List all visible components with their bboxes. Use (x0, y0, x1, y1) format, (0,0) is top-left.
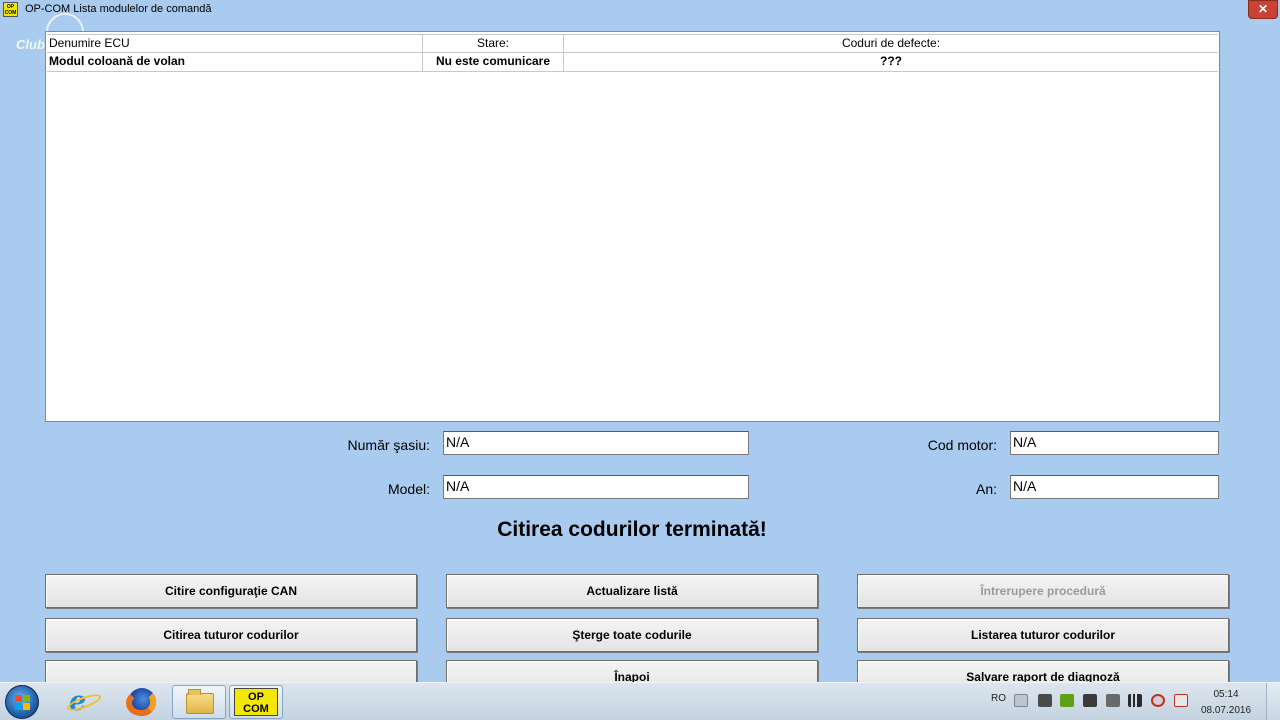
windows-flag-icon[interactable] (1038, 694, 1052, 707)
column-header-ecu-name[interactable]: Denumire ECU (47, 35, 423, 53)
signal-strength-icon[interactable] (1128, 694, 1142, 707)
language-indicator[interactable]: RO (991, 693, 1006, 704)
ecu-table[interactable]: Denumire ECU Stare: Coduri de defecte: M… (45, 31, 1220, 422)
year-field[interactable]: N/A (1010, 475, 1219, 499)
read-all-codes-button[interactable]: Citirea tuturor codurilor (45, 618, 417, 652)
chassis-number-field[interactable]: N/A (443, 431, 749, 455)
chassis-number-label: Număr şasiu: (347, 437, 430, 453)
clock-time[interactable]: 05:14 (1196, 689, 1256, 700)
op-com-icon: OP COM (234, 688, 278, 716)
read-can-config-button[interactable]: Citire configuraţie CAN (45, 574, 417, 608)
column-header-fault-codes[interactable]: Coduri de defecte: (564, 35, 1218, 53)
keyboard-icon[interactable] (1014, 694, 1028, 707)
list-all-codes-button[interactable]: Listarea tuturor codurilor (857, 618, 1229, 652)
file-explorer-icon[interactable] (172, 685, 226, 719)
engine-code-field[interactable]: N/A (1010, 431, 1219, 455)
title-bar: OP COM OP-COM Lista modulelor de comandă… (0, 0, 1280, 52)
nvidia-icon[interactable] (1060, 694, 1074, 707)
engine-code-label: Cod motor: (927, 437, 997, 453)
clock-date[interactable]: 08.07.2016 (1196, 705, 1256, 716)
clear-all-codes-button[interactable]: Şterge toate codurile (446, 618, 818, 652)
op-com-taskbar-button[interactable]: OP COM (229, 685, 283, 719)
display-icon[interactable] (1083, 694, 1097, 707)
status-message: Citirea codurilor terminată! (497, 518, 767, 541)
watermark-text: Club (16, 37, 45, 52)
cell-ecu-name: Modul coloană de volan (47, 53, 423, 71)
close-button[interactable]: ✕ (1248, 0, 1278, 19)
window-title: OP-COM Lista modulelor de comandă (25, 3, 212, 15)
show-desktop-button[interactable] (1266, 683, 1280, 720)
op-com-app-icon: OP COM (3, 2, 18, 17)
cell-fault-codes: ??? (880, 54, 902, 68)
internet-explorer-icon[interactable]: e (58, 685, 112, 719)
usb-device-icon[interactable] (1106, 694, 1120, 707)
cell-status: Nu este comunicare (423, 53, 564, 71)
firefox-icon[interactable] (115, 685, 169, 719)
abort-procedure-button[interactable]: Întrerupere procedură (857, 574, 1229, 608)
start-orb-icon[interactable] (5, 685, 39, 719)
column-header-status[interactable]: Stare: (423, 35, 564, 53)
taskbar: e OP COM RO 05:14 08.07.2016 (0, 682, 1280, 720)
action-center-icon[interactable] (1174, 694, 1188, 707)
model-field[interactable]: N/A (443, 475, 749, 499)
table-header: Denumire ECU Stare: Coduri de defecte: (47, 34, 1218, 53)
year-label: An: (975, 481, 997, 497)
refresh-list-button[interactable]: Actualizare listă (446, 574, 818, 608)
model-label: Model: (387, 481, 430, 497)
table-row[interactable]: Modul coloană de volan Nu este comunicar… (47, 53, 1218, 72)
volume-muted-icon[interactable] (1151, 694, 1165, 707)
